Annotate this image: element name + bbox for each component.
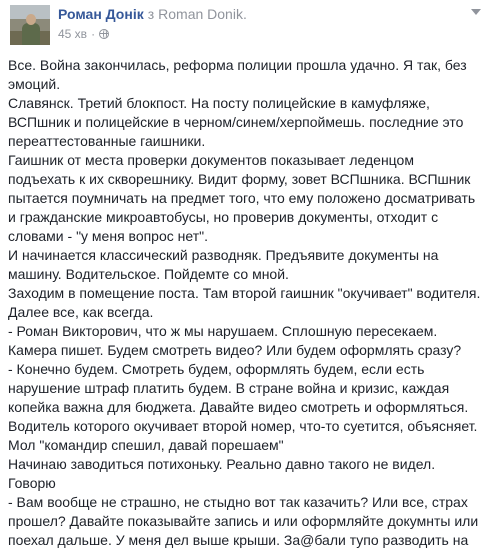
author-line: Роман Донік з Roman Donik.	[58, 5, 247, 23]
post-text-line: ВСПшник и полицейские в черном/синем/хер…	[8, 114, 464, 130]
post-text-line: - Конечно будем. Смотреть будем, оформля…	[8, 361, 425, 377]
post-text-line: копейка важна для бюджета. Давайте видео…	[8, 399, 469, 415]
author-alias-link[interactable]: Roman Donik.	[158, 6, 247, 22]
post-text-line: поехал дальше. У меня дел выше крыши. За…	[8, 532, 469, 548]
post-text-line: Славянск. Третий блокпост. На посту поли…	[8, 95, 430, 111]
meta-dot: ·	[91, 27, 96, 41]
avatar-figure-head	[26, 14, 36, 25]
post-text-line: - Роман Викторович, что ж мы нарушаем. С…	[8, 323, 438, 339]
post-timestamp[interactable]: 45 хв	[58, 27, 87, 41]
author-separator: з	[147, 6, 155, 22]
post-text-line: Камера пишет. Будем смотреть видео? Или …	[8, 342, 462, 358]
post-text-line: эмоций.	[8, 76, 61, 92]
post-text-line: Говорю	[8, 475, 56, 491]
avatar[interactable]	[10, 5, 50, 45]
post-text-line: машину. Водительское. Пойдемте со мной.	[8, 266, 289, 282]
post-meta: 45 хв ·	[58, 26, 110, 42]
post-text-line: подъехать к их скворешнику. Видит форму,…	[8, 171, 471, 187]
post-text-line: Водитель которого окучивает второй номер…	[8, 418, 478, 434]
post-text-line: пытается поумничать на предмет того, что…	[8, 190, 476, 206]
post-text-line: Мол "командир спешил, давай порешаем"	[8, 437, 284, 453]
post-text-line: Заходим в помещение поста. Там второй га…	[8, 285, 481, 301]
post-text-line: Все. Война закончилась, реформа полиции …	[8, 57, 467, 73]
chevron-down-icon[interactable]	[469, 6, 481, 18]
author-name-link[interactable]: Роман Донік	[58, 6, 144, 22]
globe-icon	[99, 29, 110, 39]
avatar-figure-body	[22, 23, 40, 45]
post-text-line: - Вам вообще не страшно, не стыдно вот т…	[8, 494, 468, 510]
post-text-line: Начинаю заводиться потихоньку. Реально д…	[8, 456, 436, 472]
post-text-line: прошел? Давайте показывайте запись и или…	[8, 513, 479, 529]
post-text-line: нарушение штраф платить будем. В стране …	[8, 380, 450, 396]
post-text-line: Гаишник от места проверки документов пок…	[8, 152, 414, 168]
post-text-line: Далее все, как всегда.	[8, 304, 154, 320]
post-header: Роман Донік з Roman Donik. 45 хв ·	[0, 0, 491, 48]
post-text-line: И начинается классический разводняк. Пре…	[8, 247, 439, 263]
post-text-line: словами - "у меня вопрос нет".	[8, 228, 208, 244]
post-text-line: переаттестованные гаишники.	[8, 133, 206, 149]
post-body: Все. Война закончилась, реформа полиции …	[8, 56, 484, 550]
post-text-line: и гражданские микроавтобусы, но проверив…	[8, 209, 439, 225]
